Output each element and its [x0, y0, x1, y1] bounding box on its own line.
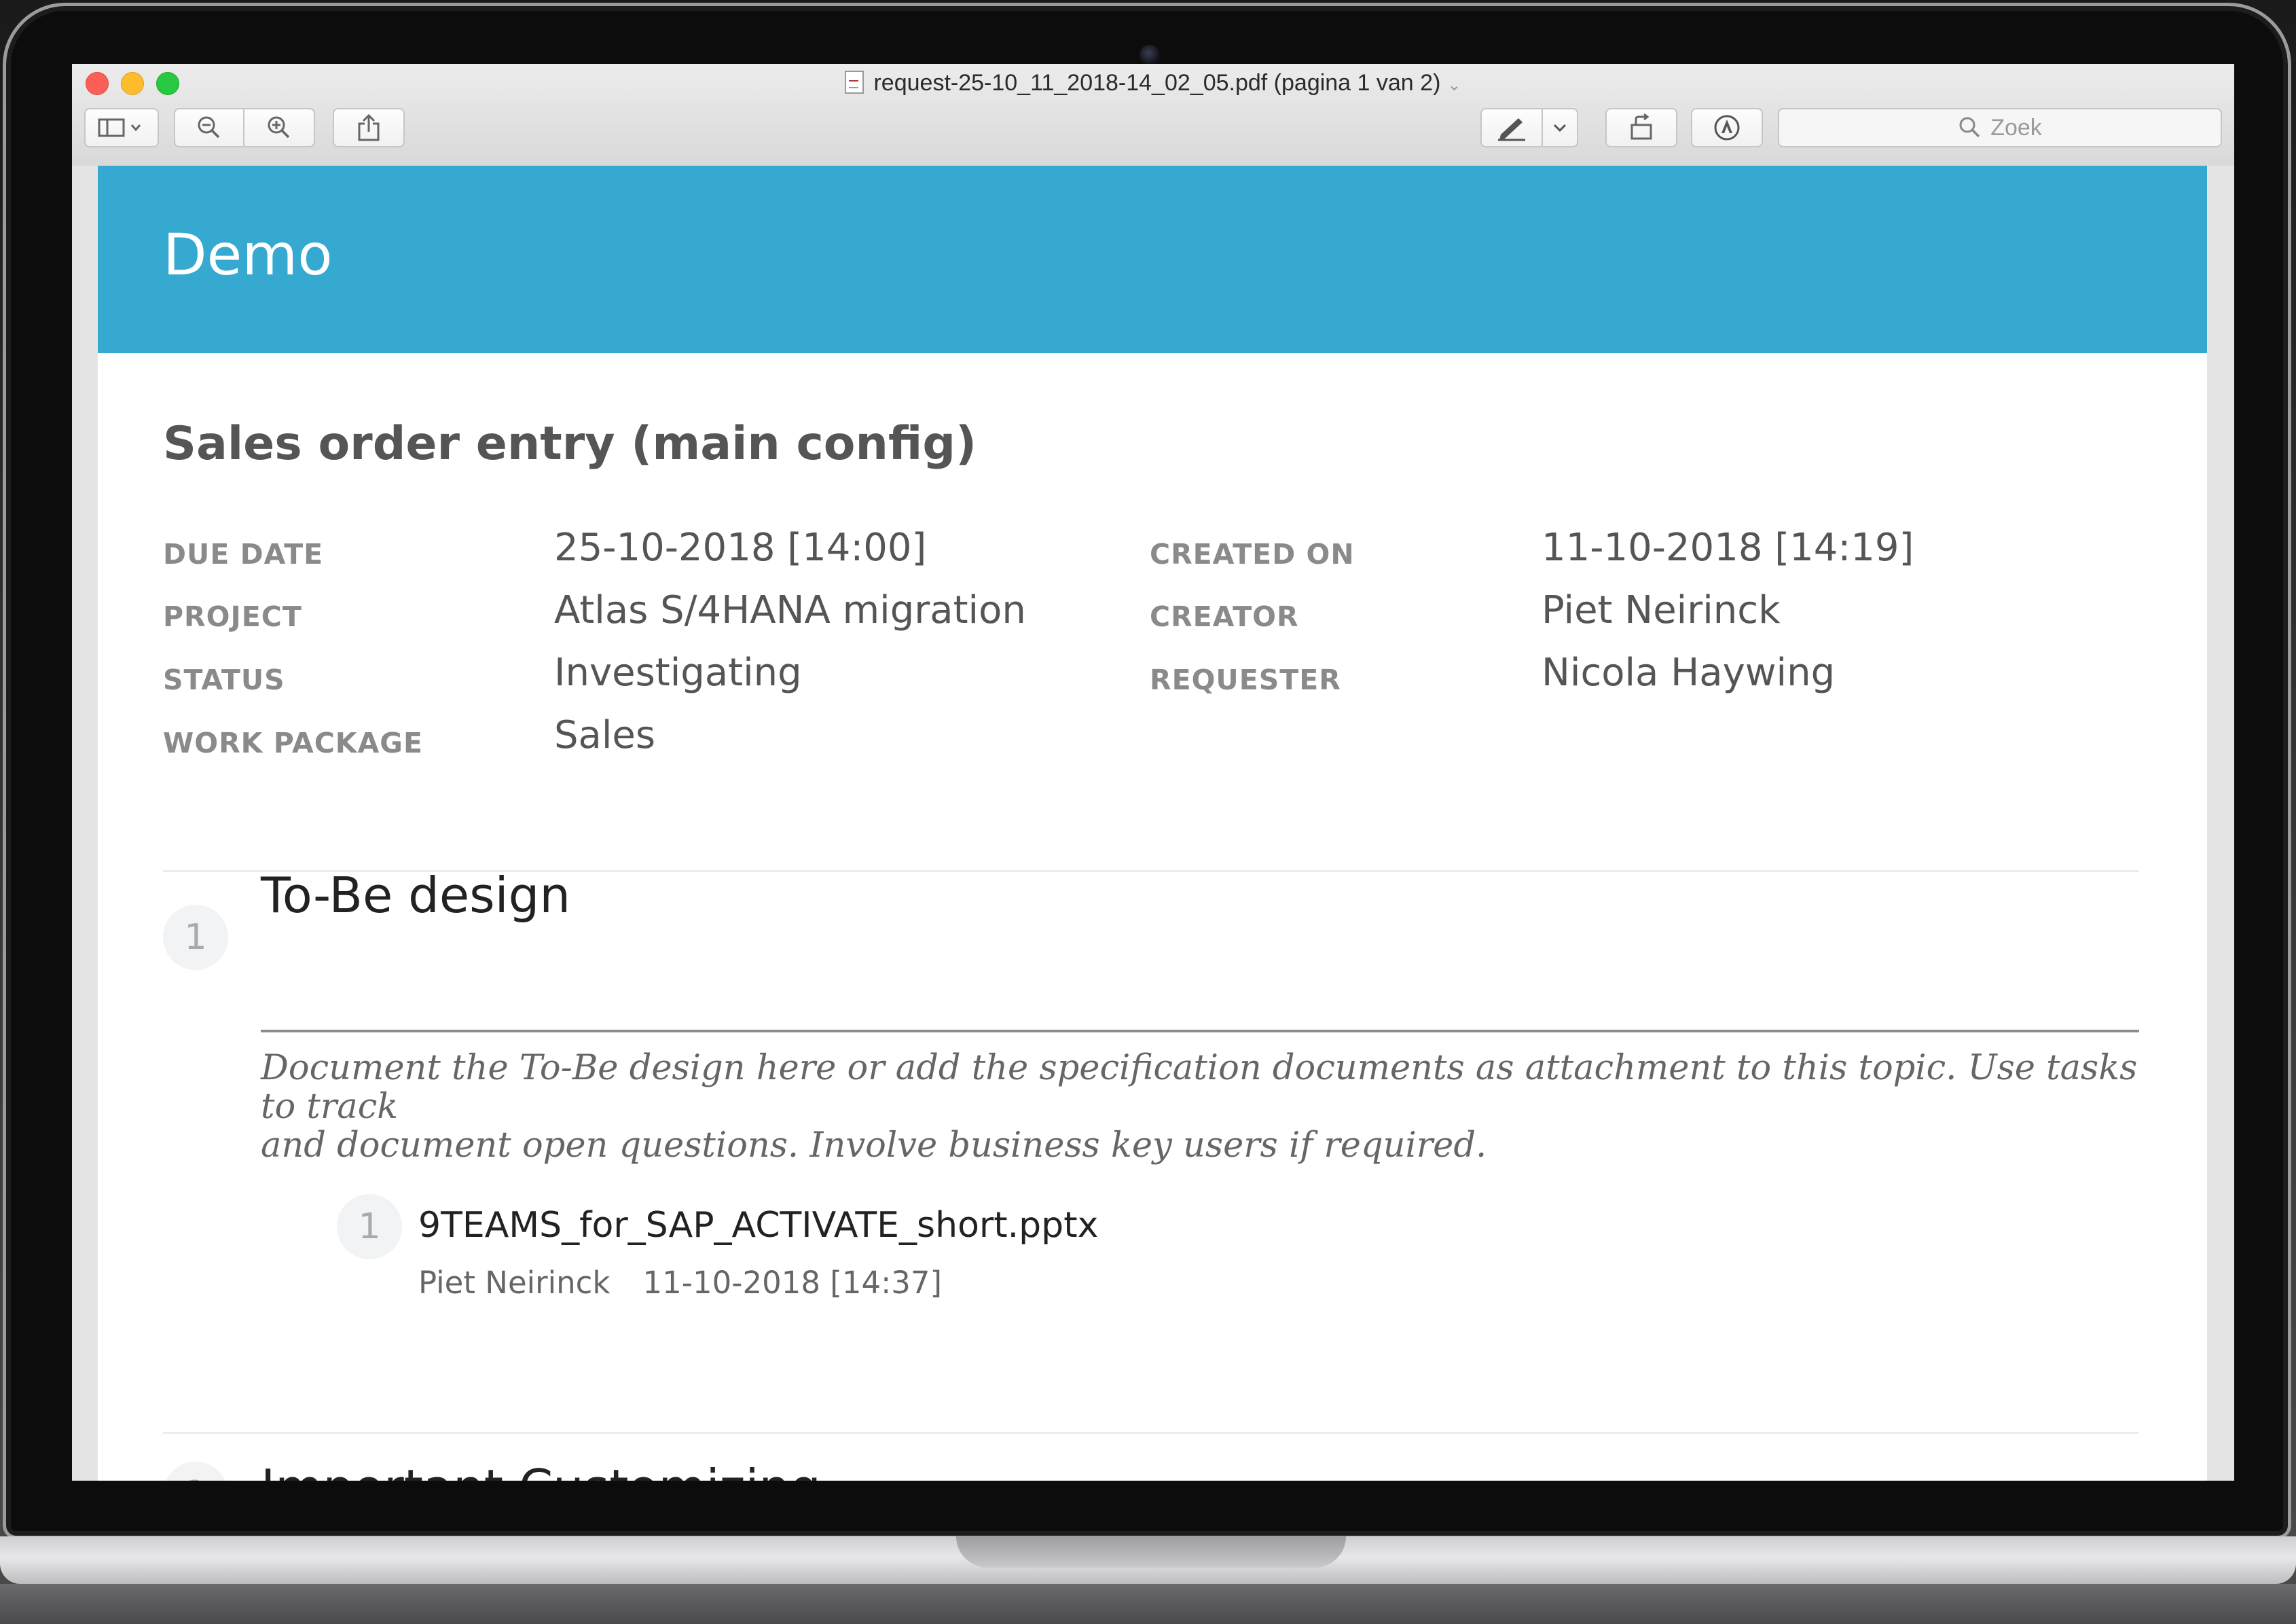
markup-toolbar-icon	[1714, 115, 1740, 141]
window-title-text: request-25-10_11_2018-14_02_05.pdf (pagi…	[873, 70, 1441, 96]
status-label: STATUS	[163, 664, 285, 696]
sidebar-icon	[98, 118, 141, 137]
project-label: PROJECT	[163, 600, 302, 633]
rotate-button[interactable]	[1605, 108, 1677, 147]
chevron-down-icon[interactable]: ⌄	[1447, 76, 1461, 94]
zoom-in-button[interactable]	[244, 108, 315, 147]
requester-value: Nicola Haywing	[1542, 651, 1836, 695]
preview-window: request-25-10_11_2018-14_02_05.pdf (pagi…	[72, 64, 2234, 1481]
pdf-document-icon	[845, 71, 864, 94]
banner-title: Demo	[163, 221, 333, 288]
laptop-notch	[956, 1536, 1346, 1568]
header-banner: Demo	[98, 166, 2207, 353]
section-number: 1	[163, 905, 228, 970]
section-title: To-Be design	[261, 867, 570, 924]
markup-button[interactable]	[1480, 108, 1543, 147]
search-icon	[1959, 117, 1980, 138]
created-on-value: 11-10-2018 [14:19]	[1542, 526, 1914, 570]
attachment-author: Piet Neirinck	[418, 1265, 611, 1301]
desk-shadow	[0, 1584, 2296, 1624]
requester-label: REQUESTER	[1150, 664, 1341, 696]
attachment-link[interactable]: 9TEAMS_for_SAP_ACTIVATE_short.pptx	[418, 1205, 1098, 1246]
share-icon	[358, 113, 380, 141]
status-value: Investigating	[554, 651, 802, 695]
chevron-down-icon	[1553, 124, 1567, 132]
section-number: 2	[163, 1462, 228, 1481]
search-placeholder: Zoek	[1990, 114, 2042, 141]
window-title[interactable]: request-25-10_11_2018-14_02_05.pdf (pagi…	[72, 68, 2234, 98]
pen-icon	[1498, 118, 1525, 141]
camera	[1140, 45, 1160, 65]
attachment-date: 11-10-2018 [14:37]	[642, 1265, 943, 1301]
created-on-label: CREATED ON	[1150, 538, 1355, 571]
work-package-value: Sales	[554, 713, 656, 757]
section-rule	[261, 1030, 2139, 1032]
zoom-out-icon	[198, 116, 220, 139]
due-date-value: 25-10-2018 [14:00]	[554, 526, 927, 570]
divider	[163, 1432, 2139, 1434]
creator-value: Piet Neirinck	[1542, 588, 1781, 632]
request-title: Sales order entry (main config)	[163, 417, 977, 471]
share-button[interactable]	[333, 108, 405, 147]
attachment-number: 1	[337, 1194, 402, 1259]
sidebar-toggle-button[interactable]	[84, 108, 159, 147]
description-line: Document the To-Be design here or add th…	[261, 1048, 2138, 1127]
annotate-button[interactable]	[1691, 108, 1763, 147]
description-line: and document open questions. Involve bus…	[261, 1125, 1487, 1166]
zoom-group	[174, 108, 315, 147]
work-package-label: WORK PACKAGE	[163, 727, 423, 759]
section-title: Important Customizing	[261, 1459, 821, 1481]
creator-label: CREATOR	[1150, 600, 1299, 633]
rotate-icon	[1630, 113, 1652, 140]
document-viewport[interactable]: Demo Sales order entry (main config) DUE…	[72, 166, 2234, 1481]
project-value: Atlas S/4HANA migration	[554, 588, 1026, 632]
due-date-label: DUE DATE	[163, 538, 324, 571]
markup-menu-button[interactable]	[1543, 108, 1578, 147]
attachment-meta: Piet Neirinck 11-10-2018 [14:37]	[418, 1265, 942, 1301]
markup-group	[1480, 108, 1578, 147]
zoom-out-button[interactable]	[174, 108, 244, 147]
zoom-in-icon	[268, 116, 290, 139]
pdf-page: Demo Sales order entry (main config) DUE…	[98, 166, 2207, 1481]
titlebar: request-25-10_11_2018-14_02_05.pdf (pagi…	[72, 64, 2234, 167]
section-description: Document the To-Be design here or add th…	[261, 1049, 2139, 1165]
search-input[interactable]: Zoek	[1778, 108, 2222, 147]
